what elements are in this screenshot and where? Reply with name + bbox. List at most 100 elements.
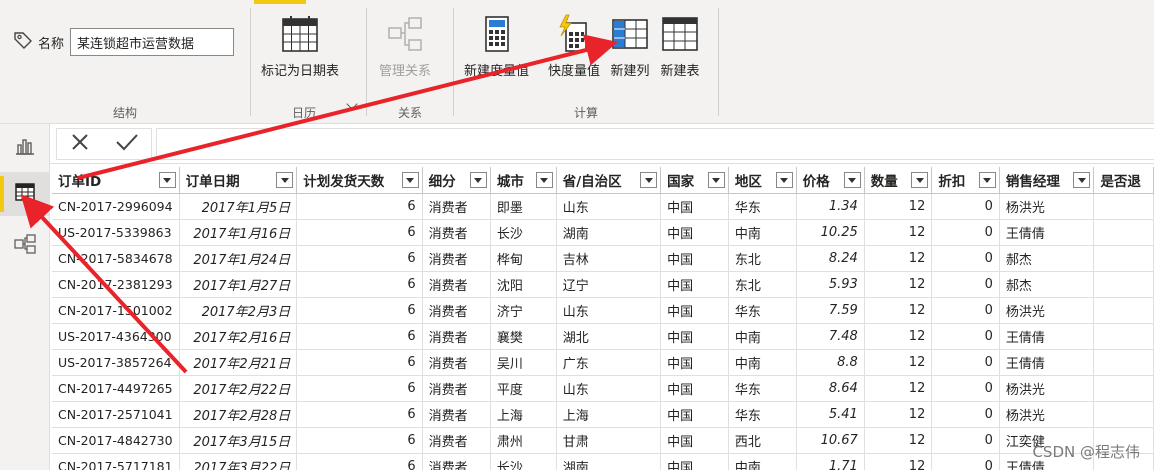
- data-view-button[interactable]: [0, 172, 50, 216]
- column-header-label: 订单日期: [185, 173, 240, 190]
- table-cell: 中国: [660, 375, 729, 402]
- new-measure-button[interactable]: 新建度量值: [464, 8, 529, 79]
- column-header[interactable]: 销售经理: [999, 167, 1095, 194]
- table-row[interactable]: CN-2017-2381293 2017年1月27日 6 消费者 沈阳 辽宁 中国 东北 5.9…: [52, 271, 1154, 298]
- group-label-relations: 关系: [397, 106, 422, 120]
- table-cell: 12: [864, 349, 933, 376]
- table-row[interactable]: CN-2017-4842730 2017年3月15日 6 消费者 肃州 甘肃 中国 西北 10.…: [52, 427, 1154, 454]
- table-row[interactable]: US-2017-5339863 2017年1月16日 6 消费者 长沙 湖南 中国 中南 10.…: [52, 219, 1154, 246]
- table-row[interactable]: US-2017-4364300 2017年2月16日 6 消费者 襄樊 湖北 中国 中南 7.4…: [52, 323, 1154, 350]
- mark-date-table-button[interactable]: 标记为日期表: [261, 8, 339, 79]
- new-column-button[interactable]: 新建列: [610, 8, 650, 79]
- filter-dropdown-icon[interactable]: [640, 172, 658, 188]
- table-cell: 7.48: [796, 323, 865, 350]
- table-cell: 中南: [728, 349, 797, 376]
- table-cell: 8.8: [796, 349, 865, 376]
- column-header[interactable]: 订单日期: [179, 167, 298, 194]
- table-cell: 湖南: [556, 453, 662, 470]
- table-cell: 2017年1月16日: [179, 219, 298, 246]
- column-header[interactable]: 是否退: [1093, 167, 1154, 194]
- column-header[interactable]: 订单ID: [52, 167, 180, 194]
- filter-dropdown-icon[interactable]: [843, 172, 861, 188]
- new-table-button[interactable]: 新建表: [660, 8, 700, 79]
- table-cell: 中国: [660, 297, 729, 324]
- table-cell: 上海: [490, 401, 557, 428]
- table-cell: CN-2017-2381293: [52, 271, 180, 298]
- report-view-button[interactable]: [0, 126, 50, 170]
- table-cell: 2017年3月22日: [179, 453, 298, 470]
- table-cell: 桦甸: [490, 245, 557, 272]
- manage-relations-label: 管理关系: [379, 64, 432, 79]
- table-cell: 辽宁: [556, 271, 662, 298]
- table-row[interactable]: CN-2017-5717181 2017年3月22日 6 消费者 长沙 湖南 中国 中南 1.7…: [52, 453, 1154, 470]
- table-cell: 6: [296, 349, 423, 376]
- table-cell: 即墨: [490, 193, 557, 220]
- table-row[interactable]: CN-2017-1501002 2017年2月3日 6 消费者 济宁 山东 中国 华东 7.59…: [52, 297, 1154, 324]
- group-label-structure: 结构: [112, 106, 137, 120]
- table-cell: 中国: [660, 271, 729, 298]
- table-cell: 沈阳: [490, 271, 557, 298]
- model-icon: [13, 233, 37, 259]
- filter-dropdown-icon[interactable]: [707, 172, 725, 188]
- check-icon[interactable]: [115, 131, 139, 157]
- name-label: 名称: [38, 36, 65, 52]
- table-cell: 6: [296, 375, 423, 402]
- table-cell: 12: [864, 271, 933, 298]
- column-header-label: 细分: [428, 173, 456, 190]
- table-cell: 2017年2月3日: [179, 297, 298, 324]
- table-cell: 东北: [728, 245, 797, 272]
- table-cell: 0: [931, 245, 1000, 272]
- model-view-button[interactable]: [0, 224, 50, 268]
- table-cell: 消费者: [422, 427, 491, 454]
- table-cell: CN-2017-1501002: [52, 297, 180, 324]
- column-header[interactable]: 数量: [864, 167, 933, 194]
- manage-relations-button[interactable]: 管理关系: [379, 8, 431, 79]
- table-cell: 5.41: [796, 401, 865, 428]
- name-input[interactable]: [70, 28, 235, 56]
- filter-dropdown-icon[interactable]: [911, 172, 929, 188]
- filter-dropdown-icon[interactable]: [978, 172, 996, 188]
- filter-dropdown-icon[interactable]: [535, 172, 553, 188]
- table-row[interactable]: US-2017-3857264 2017年2月21日 6 消费者 吴川 广东 中国 中南 8.8…: [52, 349, 1154, 376]
- quick-measure-button[interactable]: 快度量值: [548, 8, 600, 79]
- table-cell: 12: [864, 323, 933, 350]
- table-cell: US-2017-3857264: [52, 349, 180, 376]
- ribbon-divider: [718, 8, 719, 116]
- filter-dropdown-icon[interactable]: [775, 172, 793, 188]
- calendar-icon: [280, 8, 320, 54]
- formula-input[interactable]: [156, 128, 1154, 160]
- formula-commands: [56, 128, 152, 160]
- table-cell: [1093, 245, 1154, 272]
- column-header-label: 销售经理: [1005, 173, 1060, 190]
- name-row: 名称: [12, 28, 235, 56]
- column-header[interactable]: 细分: [422, 167, 491, 194]
- column-header[interactable]: 省/自治区: [556, 167, 662, 194]
- column-header[interactable]: 地区: [728, 167, 797, 194]
- filter-dropdown-icon[interactable]: [276, 172, 294, 188]
- table-cell: CN-2017-5717181: [52, 453, 180, 470]
- filter-dropdown-icon[interactable]: [469, 172, 487, 188]
- table-cell: 中国: [660, 245, 729, 272]
- table-row[interactable]: CN-2017-2571041 2017年2月28日 6 消费者 上海 上海 中国 华东 5.4…: [52, 401, 1154, 428]
- table-cell: 6: [296, 323, 423, 350]
- close-icon[interactable]: [69, 131, 91, 157]
- column-header[interactable]: 计划发货天数: [296, 167, 423, 194]
- table-row[interactable]: CN-2017-4497265 2017年2月22日 6 消费者 平度 山东 中国 华东 8.6…: [52, 375, 1154, 402]
- table-row[interactable]: CN-2017-5834678 2017年1月24日 6 消费者 桦甸 吉林 中国 东北 8.2…: [52, 245, 1154, 272]
- table-cell: 6: [296, 271, 423, 298]
- table-cell: 消费者: [422, 401, 491, 428]
- column-header[interactable]: 城市: [490, 167, 557, 194]
- table-row[interactable]: CN-2017-2996094 2017年1月5日 6 消费者 即墨 山东 中国 华东 1.34…: [52, 193, 1154, 220]
- column-header[interactable]: 价格: [796, 167, 865, 194]
- table-cell: 消费者: [422, 271, 491, 298]
- column-header[interactable]: 国家: [660, 167, 729, 194]
- table-cell: US-2017-4364300: [52, 323, 180, 350]
- table-cell: 消费者: [422, 297, 491, 324]
- filter-dropdown-icon[interactable]: [158, 172, 176, 188]
- data-table: 订单ID 订单日期 计划发货天数 细分 城市 省/自治区 国家 地区 价格 数量 折扣 销售经理 是否退…: [52, 167, 1154, 470]
- mark-date-table-label: 标记为日期表: [261, 64, 340, 79]
- column-header[interactable]: 折扣: [931, 167, 1000, 194]
- filter-dropdown-icon[interactable]: [401, 172, 419, 188]
- table-cell: [1093, 349, 1154, 376]
- filter-dropdown-icon[interactable]: [1073, 172, 1091, 188]
